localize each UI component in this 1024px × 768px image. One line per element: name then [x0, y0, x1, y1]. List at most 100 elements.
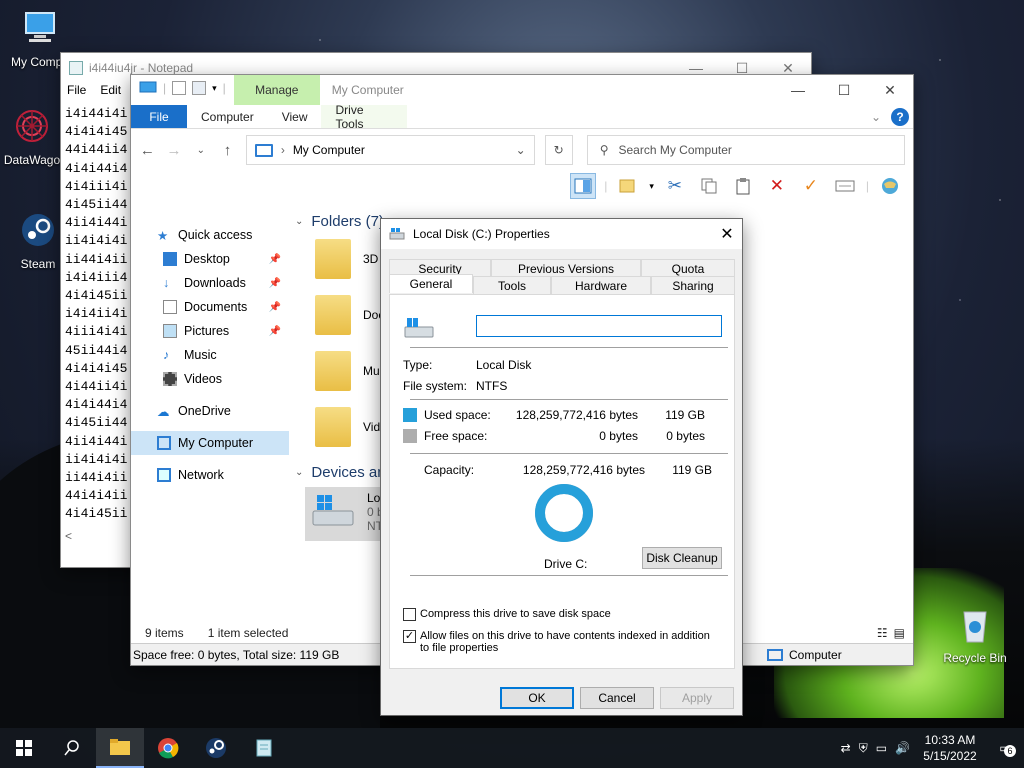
tab-file[interactable]: File [131, 105, 187, 128]
taskbar-steam[interactable] [192, 728, 240, 768]
details-view-icon[interactable]: ☷ [877, 626, 888, 640]
tab-previous-versions[interactable]: Previous Versions [491, 259, 641, 277]
nav-my-computer[interactable]: My Computer [131, 431, 289, 455]
copy-icon[interactable] [696, 173, 722, 199]
breadcrumb[interactable]: My Computer [293, 143, 365, 157]
preview-pane-icon[interactable] [570, 173, 597, 199]
taskbar-notepad[interactable] [240, 728, 288, 768]
nav-network[interactable]: Network [131, 463, 289, 487]
steam-icon [22, 214, 54, 246]
folder-tile-videos[interactable]: Vide [315, 407, 387, 447]
start-button[interactable] [0, 728, 48, 768]
index-checkbox-row[interactable]: ✓ Allow files on this drive to have cont… [403, 630, 721, 654]
forward-icon[interactable]: → [166, 142, 183, 159]
check-icon[interactable]: ✓ [798, 173, 824, 199]
nav-downloads[interactable]: ↓ Downloads 📌 [131, 271, 289, 295]
address-dropdown-icon[interactable]: ⌄ [516, 143, 526, 157]
tab-drive-tools[interactable]: Drive Tools [321, 103, 408, 131]
nav-quick-access[interactable]: ★ Quick access [131, 223, 289, 247]
music-icon: ♪ [163, 348, 170, 362]
nav-onedrive[interactable]: ☁ OneDrive [131, 399, 289, 423]
delete-icon[interactable]: ✕ [764, 173, 790, 199]
tab-hardware[interactable]: Hardware [551, 276, 651, 294]
menu-edit[interactable]: Edit [100, 83, 121, 103]
pin-icon[interactable]: 📌 [269, 302, 281, 313]
cut-icon[interactable]: ✂ [662, 173, 688, 199]
taskbar-file-explorer[interactable] [96, 728, 144, 768]
maximize-button[interactable]: ☐ [821, 75, 867, 105]
minimize-button[interactable]: — [775, 75, 821, 105]
search-button[interactable] [48, 728, 96, 768]
tab-general[interactable]: General [389, 274, 473, 293]
tab-view[interactable]: View [268, 105, 322, 128]
folder-tile-music[interactable]: Mus [315, 351, 386, 391]
folder-tile-documents[interactable]: Doc [315, 295, 384, 335]
address-bar[interactable]: › My Computer ⌄ [245, 135, 535, 165]
security-icon[interactable]: ⛨ [859, 741, 868, 756]
drive-icon [404, 318, 434, 338]
used-space-swatch [403, 408, 417, 422]
nav-music[interactable]: ♪ Music [131, 343, 289, 367]
nav-pictures[interactable]: Pictures 📌 [131, 319, 289, 343]
drive-label-input[interactable] [476, 315, 722, 337]
nav-desktop[interactable]: Desktop 📌 [131, 247, 289, 271]
new-folder-icon[interactable] [192, 81, 207, 95]
apply-button[interactable]: Apply [660, 687, 734, 709]
volume-icon[interactable]: 🔊 [895, 741, 910, 755]
new-item-dropdown-icon[interactable]: ▾ [649, 181, 654, 192]
clock[interactable]: 10:33 AM 5/15/2022 [918, 732, 982, 764]
compress-checkbox[interactable] [403, 608, 416, 621]
group-header-folders[interactable]: ⌄ Folders (7) [295, 213, 384, 230]
breadcrumb-chevron-icon: › [280, 143, 285, 157]
tab-tools[interactable]: Tools [473, 276, 551, 294]
help-icon[interactable]: ? [891, 107, 909, 126]
close-button[interactable]: ✕ [712, 224, 742, 244]
manage-contextual-tab[interactable]: Manage [233, 75, 320, 105]
group-header-devices[interactable]: ⌄ Devices an [295, 464, 386, 481]
back-icon[interactable]: ← [139, 142, 156, 159]
network-disconnected-icon[interactable]: ⇄ [841, 741, 851, 755]
network-icon[interactable]: ▭ [876, 741, 887, 755]
ok-button[interactable]: OK [500, 687, 574, 709]
pin-icon[interactable]: 📌 [269, 326, 281, 337]
dialog-titlebar[interactable]: Local Disk (C:) Properties ✕ [381, 219, 742, 249]
recent-locations-icon[interactable]: ⌄ [192, 145, 209, 156]
up-icon[interactable]: ↑ [219, 142, 236, 159]
properties-icon[interactable] [172, 81, 187, 95]
disk-cleanup-button[interactable]: Disk Cleanup [642, 547, 722, 569]
pin-icon[interactable]: 📌 [269, 254, 281, 265]
system-tray: ⇄ ⛨ ▭ 🔊 10:33 AM 5/15/2022 ▭ 6 [841, 732, 1024, 764]
notification-center-button[interactable]: ▭ 6 [990, 741, 1020, 757]
refresh-button[interactable]: ↻ [544, 135, 573, 165]
expand-ribbon-icon[interactable]: ⌄ [871, 110, 881, 124]
explorer-titlebar[interactable]: | ▾ | Manage My Computer — ☐ ✕ [131, 75, 913, 105]
tab-sharing[interactable]: Sharing [651, 276, 735, 294]
globe-icon[interactable] [877, 173, 903, 199]
taskbar-chrome[interactable] [144, 728, 192, 768]
customize-qat-icon[interactable]: ▾ [212, 83, 217, 94]
new-item-icon[interactable] [615, 173, 641, 199]
compress-checkbox-row[interactable]: Compress this drive to save disk space [403, 608, 611, 621]
search-input[interactable]: ⚲ Search My Computer [586, 135, 906, 165]
close-button[interactable]: ✕ [867, 75, 913, 105]
properties-dialog[interactable]: Local Disk (C:) Properties ✕ Security Pr… [380, 218, 743, 716]
cloud-icon: ☁ [157, 405, 170, 419]
type-row: Type: Local Disk [403, 358, 532, 372]
nav-videos[interactable]: Videos [131, 367, 289, 391]
pin-icon[interactable]: 📌 [269, 278, 281, 289]
nav-documents[interactable]: Documents 📌 [131, 295, 289, 319]
menu-file[interactable]: File [67, 83, 86, 103]
cancel-button[interactable]: Cancel [580, 687, 654, 709]
large-icons-view-icon[interactable]: ▤ [894, 626, 905, 640]
folder-icon [315, 407, 351, 447]
tab-quota[interactable]: Quota [641, 259, 735, 277]
tab-computer[interactable]: Computer [187, 105, 268, 128]
horizontal-scroll-left[interactable]: < [65, 529, 72, 543]
rename-icon[interactable] [832, 173, 858, 199]
notification-badge: 6 [1004, 745, 1016, 757]
desktop-icon-recycle-bin[interactable]: Recycle Bin [935, 604, 1015, 665]
paste-icon[interactable] [730, 173, 756, 199]
address-row: ← → ⌄ ↑ › My Computer ⌄ ↻ ⚲ Search My Co… [131, 129, 913, 171]
notepad-icon [256, 739, 272, 757]
index-checkbox[interactable]: ✓ [403, 630, 416, 643]
